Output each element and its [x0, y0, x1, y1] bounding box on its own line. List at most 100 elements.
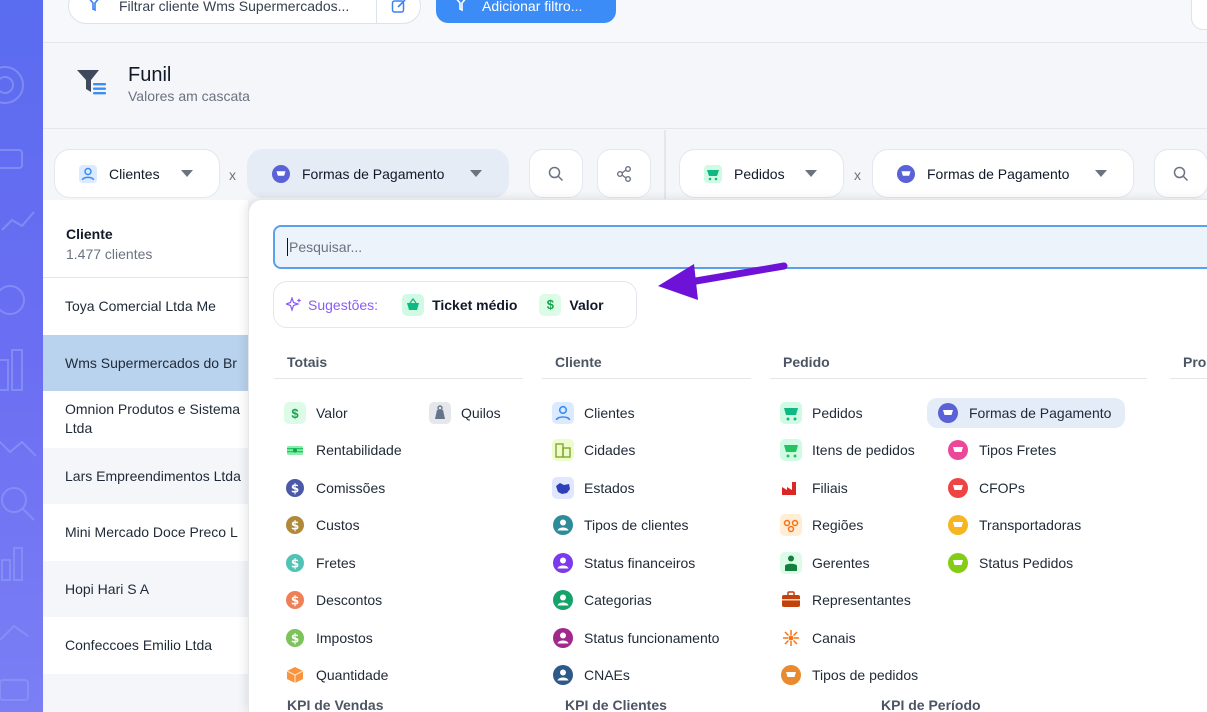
share-button[interactable]	[597, 149, 651, 198]
option-categorias[interactable]: Categorias	[542, 585, 652, 615]
option-rentabilidade[interactable]: Rentabilidade	[274, 435, 402, 465]
cross-separator: x	[854, 167, 861, 183]
table-row[interactable]: Toya Comercial Ltda Me	[43, 278, 248, 335]
option-descontos[interactable]: $ Descontos	[274, 585, 382, 615]
funnel-icon	[76, 68, 108, 101]
option-filiais[interactable]: Filiais	[770, 473, 848, 503]
user-circle-icon	[552, 589, 574, 611]
option-cfops[interactable]: CFOPs	[937, 473, 1025, 503]
option-gerentes[interactable]: Gerentes	[770, 548, 870, 578]
option-comissoes[interactable]: $ Comissões	[274, 473, 385, 503]
svg-text:$: $	[291, 594, 299, 608]
cart-circle-icon	[780, 664, 802, 686]
cart-icon	[897, 164, 915, 183]
filter-icon	[87, 0, 105, 16]
cart-icon	[704, 164, 722, 183]
search-button-right[interactable]	[1154, 149, 1207, 198]
option-regioes[interactable]: Regiões	[770, 510, 863, 540]
add-filter-button[interactable]: Adicionar filtro...	[436, 0, 616, 23]
selector-formas-pagamento-right[interactable]: Formas de Pagamento	[872, 149, 1134, 198]
table-row[interactable]: Lars Empreendimentos Ltda	[43, 447, 248, 504]
option-tipos-de-pedidos[interactable]: Tipos de pedidos	[770, 660, 918, 690]
page-title: Funil	[128, 64, 172, 86]
selector-formas-pagamento[interactable]: Formas de Pagamento	[247, 149, 509, 198]
option-fretes[interactable]: $ Fretes	[274, 548, 356, 578]
page-header: Funil Valores am cascata	[43, 44, 1207, 129]
option-representantes[interactable]: Representantes	[770, 585, 911, 615]
option-canais[interactable]: Canais	[770, 623, 856, 653]
option-impostos[interactable]: $ Impostos	[274, 623, 373, 653]
column-pedido: Pedido Pedidos Itens de pedidos Filiais …	[770, 354, 1147, 685]
suggestion-valor[interactable]: $ Valor	[539, 293, 604, 316]
manager-icon	[780, 552, 802, 574]
option-tipos-fretes[interactable]: Tipos Fretes	[937, 435, 1056, 465]
selector-clientes[interactable]: Clientes	[54, 149, 220, 198]
filter-text: Filtrar cliente Wms Supermercados...	[119, 0, 350, 14]
option-pedidos[interactable]: Pedidos	[770, 398, 863, 428]
table-row[interactable]: Wms Supermercados do Br	[43, 334, 248, 391]
dollar-icon: $	[284, 402, 306, 424]
cart-circle-icon	[947, 514, 969, 536]
option-cidades[interactable]: Cidades	[542, 435, 635, 465]
coin-icon: $	[284, 627, 306, 649]
option-tipos-de-clientes[interactable]: Tipos de clientes	[542, 510, 689, 540]
option-valor[interactable]: $ Valor	[274, 398, 348, 428]
option-cnaes[interactable]: CNAEs	[542, 660, 630, 690]
option-status-pedidos[interactable]: Status Pedidos	[937, 548, 1073, 578]
map-icon	[552, 477, 574, 499]
arrow-annotation	[658, 262, 788, 300]
svg-text:$: $	[291, 557, 299, 571]
column-produto: Pro	[1170, 354, 1207, 387]
weight-icon	[429, 402, 451, 424]
option-quilos[interactable]: Quilos	[419, 398, 501, 428]
selector-pedidos[interactable]: Pedidos	[679, 149, 844, 198]
add-filter-label: Adicionar filtro...	[482, 0, 583, 14]
column-header: Pedido	[770, 354, 1147, 379]
box-icon	[284, 664, 306, 686]
option-estados[interactable]: Estados	[542, 473, 635, 503]
option-itens-de-pedidos[interactable]: Itens de pedidos	[770, 435, 915, 465]
dimension-selector-row: Clientes x Formas de Pagamento Pedidos x	[43, 130, 1207, 200]
option-clientes[interactable]: Clientes	[542, 398, 635, 428]
cart-icon	[780, 402, 802, 424]
basket-icon	[402, 293, 425, 316]
option-status-financeiros[interactable]: Status financeiros	[542, 548, 695, 578]
edit-icon[interactable]	[376, 0, 420, 24]
search-button[interactable]	[529, 149, 583, 198]
column-header-cliente[interactable]: Cliente	[66, 226, 248, 242]
main-area: Filtrar cliente Wms Supermercados... Adi…	[43, 0, 1207, 712]
table-row[interactable]: Hopi Hari S A	[43, 560, 248, 617]
top-filter-bar: Filtrar cliente Wms Supermercados... Adi…	[43, 0, 1207, 43]
text-cursor	[287, 238, 288, 256]
suggestion-ticket-medio[interactable]: Ticket médio	[402, 293, 517, 316]
dimension-dropdown: Pesquisar... Sugestões: Ticket médio $ V…	[248, 199, 1207, 712]
option-status-funcionamento[interactable]: Status funcionamento	[542, 623, 719, 653]
side-decoration	[0, 0, 43, 712]
column-cliente: Cliente Clientes Cidades Estados Tipos d…	[542, 354, 751, 685]
client-count: 1.477 clientes	[66, 246, 153, 262]
section-kpi-vendas: KPI de Vendas	[287, 697, 384, 712]
dollar-icon: $	[539, 293, 562, 316]
svg-text:$: $	[291, 519, 299, 533]
filter-pill[interactable]: Filtrar cliente Wms Supermercados...	[68, 0, 421, 24]
svg-text:$: $	[291, 632, 299, 646]
table-row[interactable]: Omnion Produtos e Sistema Ltda	[43, 391, 248, 448]
cross-separator: x	[229, 167, 236, 183]
search-icon	[1173, 166, 1189, 181]
option-quantidade[interactable]: Quantidade	[274, 660, 388, 690]
cart-icon	[780, 439, 802, 461]
section-kpi-periodo: KPI de Período	[881, 697, 981, 712]
suggestions-label: Sugestões:	[286, 296, 378, 313]
top-right-button[interactable]	[1191, 0, 1207, 30]
money-stack-icon	[284, 439, 306, 461]
column-header: Totais	[274, 354, 523, 379]
option-formas-de-pagamento[interactable]: Formas de Pagamento	[927, 398, 1126, 428]
share-icon	[617, 165, 631, 182]
panel-divider	[664, 130, 666, 200]
option-custos[interactable]: $ Custos	[274, 510, 360, 540]
table-row[interactable]	[43, 673, 248, 712]
filter-icon	[454, 0, 468, 15]
table-row[interactable]: Mini Mercado Doce Preco L	[43, 504, 248, 561]
option-transportadoras[interactable]: Transportadoras	[937, 510, 1081, 540]
table-row[interactable]: Confeccoes Emilio Ltda	[43, 617, 248, 674]
